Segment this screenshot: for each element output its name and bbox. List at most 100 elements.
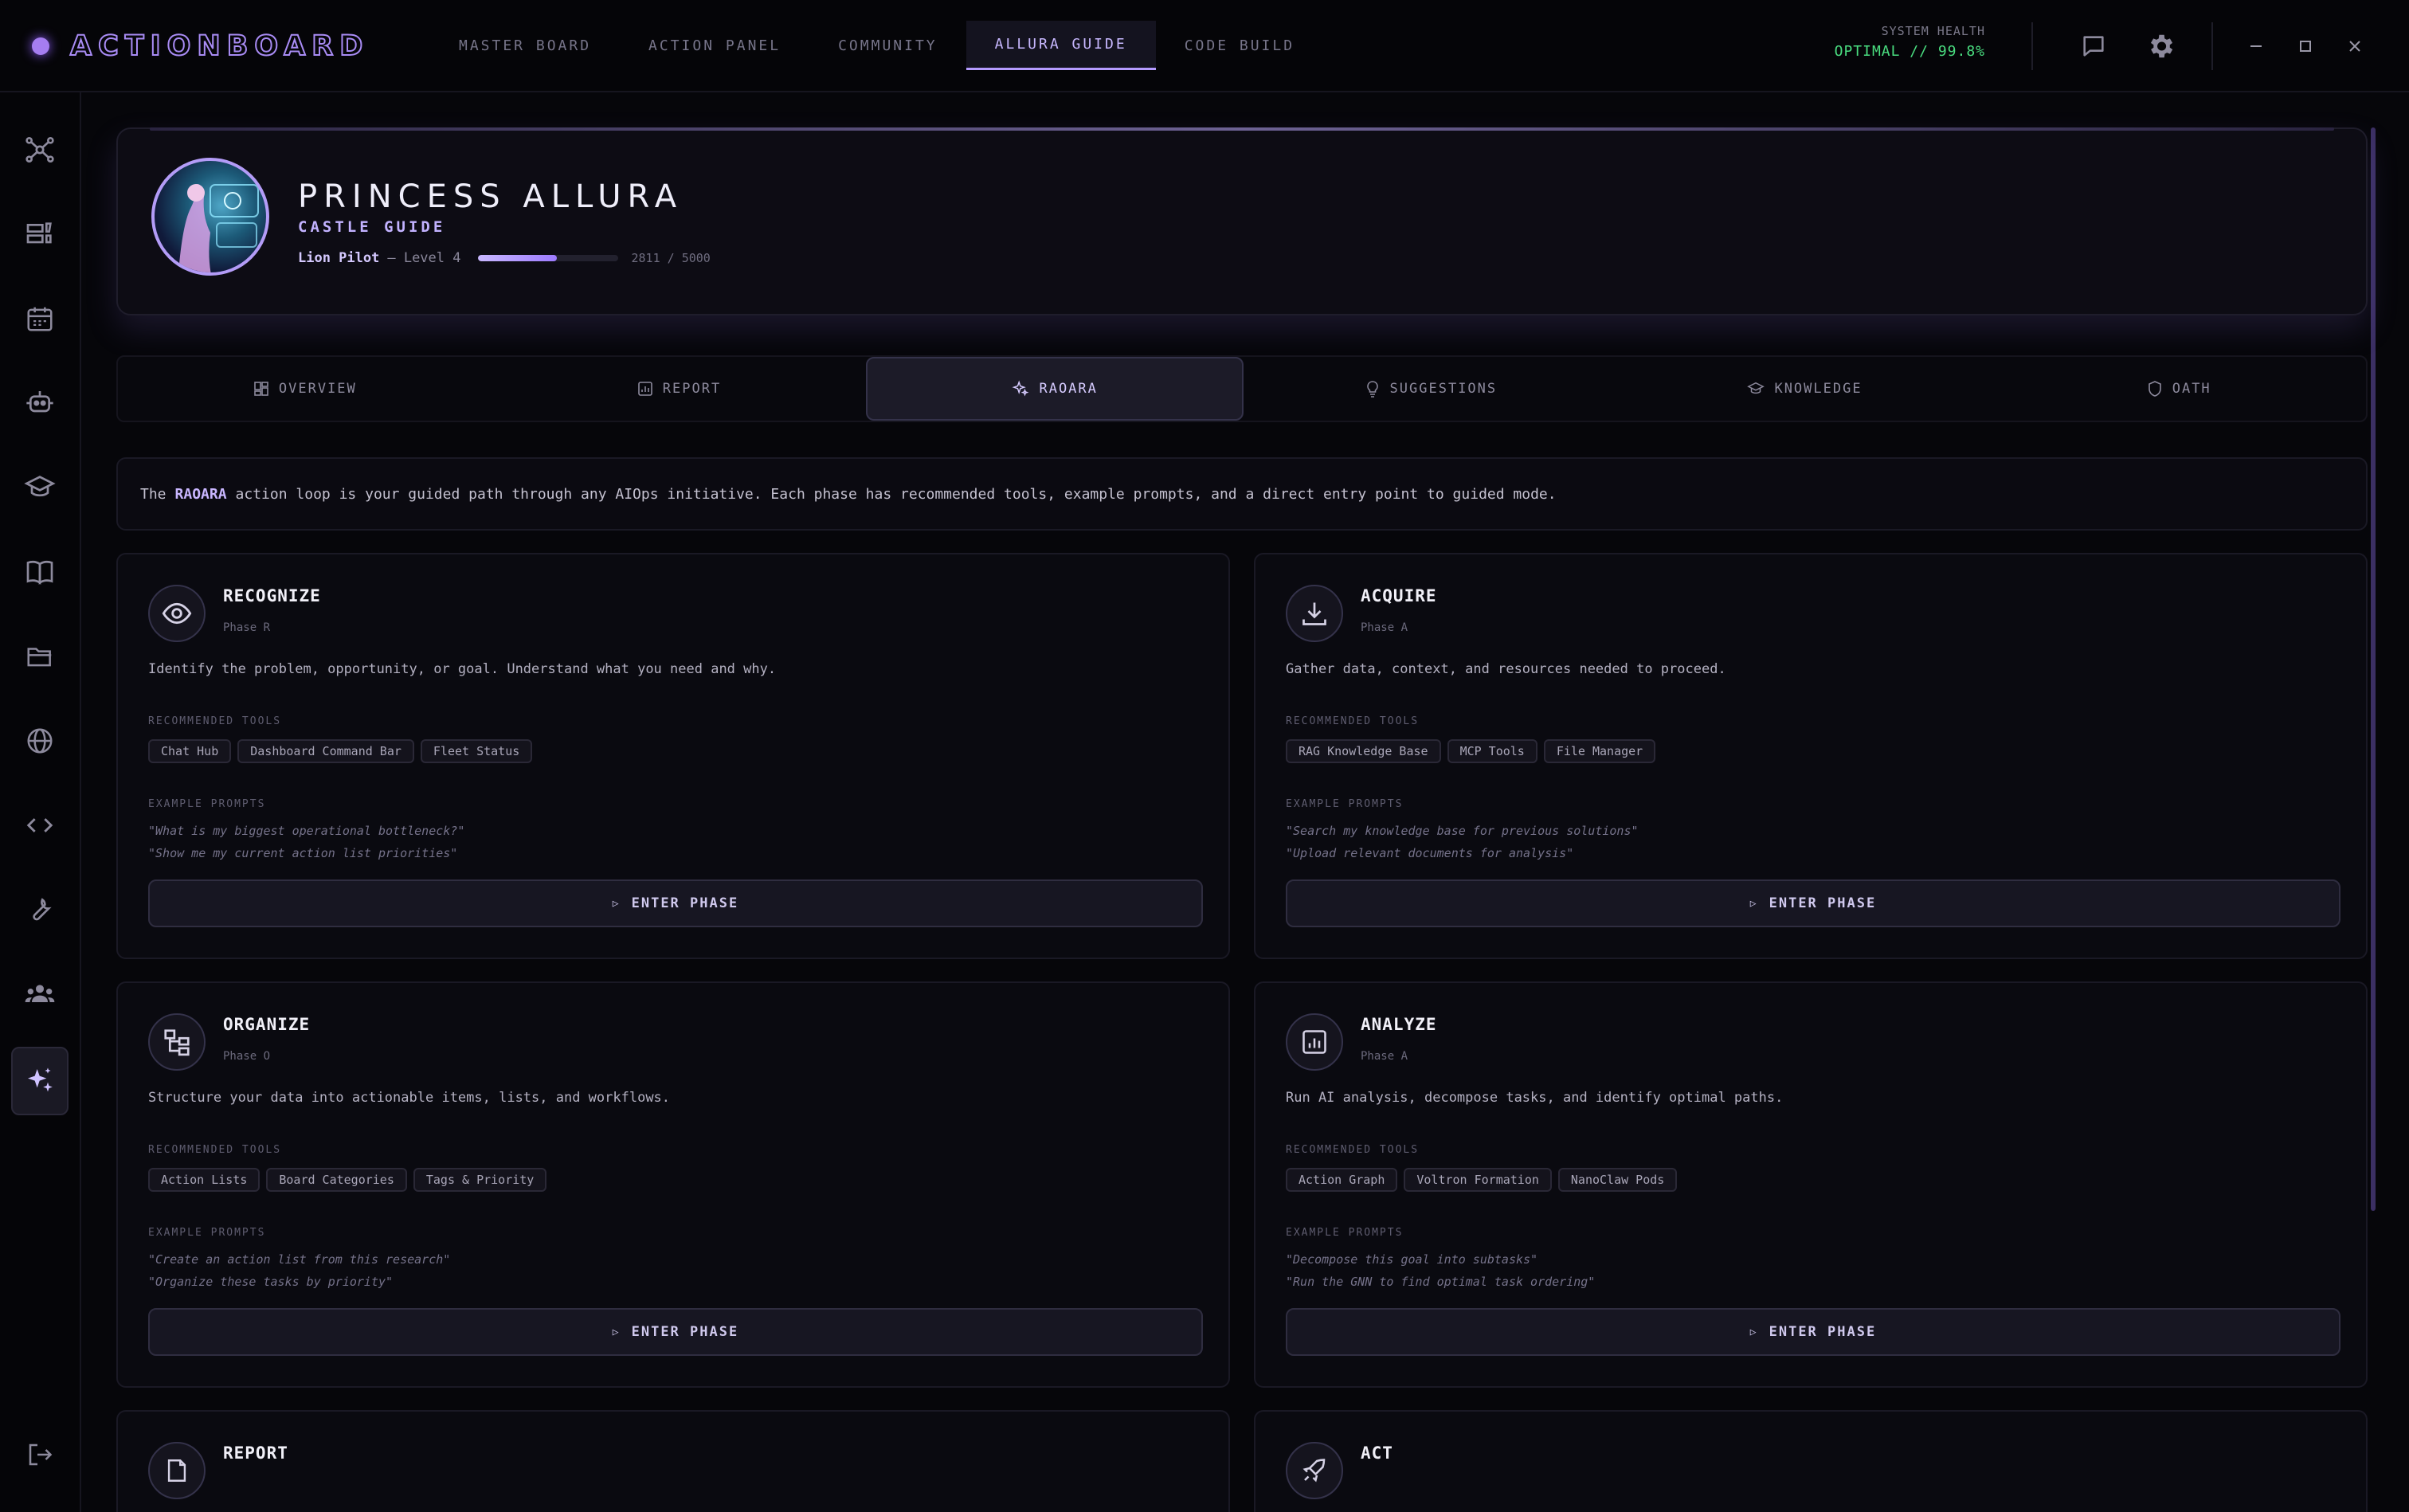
system-health: SYSTEM HEALTH OPTIMAL // 99.8% bbox=[1816, 24, 1985, 60]
recommended-tools-label: RECOMMENDED TOOLS bbox=[148, 1144, 282, 1156]
example-prompt[interactable]: "Upload relevant documents for analysis" bbox=[1286, 846, 1573, 860]
chat-icon[interactable] bbox=[2076, 29, 2111, 64]
sidebar bbox=[0, 92, 81, 1512]
xp-progress-bar bbox=[478, 255, 619, 261]
recommended-tools-label: RECOMMENDED TOOLS bbox=[1286, 715, 1420, 727]
phase-subtitle: Phase A bbox=[1361, 621, 1408, 634]
sparkles-icon[interactable] bbox=[11, 1047, 69, 1115]
play-icon: ▷ bbox=[1749, 897, 1758, 910]
gear-icon[interactable] bbox=[2143, 29, 2178, 64]
xp-progress-fill bbox=[478, 255, 558, 261]
example-prompts-label: EXAMPLE PROMPTS bbox=[148, 1227, 266, 1239]
phase-subtitle: Phase A bbox=[1361, 1050, 1408, 1063]
example-prompts-label: EXAMPLE PROMPTS bbox=[1286, 798, 1404, 810]
minimize-icon[interactable] bbox=[2242, 32, 2270, 61]
enter-phase-button[interactable]: ▷ ENTER PHASE bbox=[1286, 1308, 2340, 1356]
users-icon[interactable] bbox=[13, 967, 67, 1021]
maximize-icon[interactable] bbox=[2291, 32, 2320, 61]
tool-chip[interactable]: Voltron Formation bbox=[1404, 1168, 1552, 1192]
example-prompt[interactable]: "Decompose this goal into subtasks" bbox=[1286, 1252, 1537, 1267]
rocket-icon bbox=[1286, 1442, 1343, 1499]
tool-chip[interactable]: Board Categories bbox=[266, 1168, 407, 1192]
phase-title: ANALYZE bbox=[1361, 1015, 1437, 1034]
enter-phase-label: ENTER PHASE bbox=[1769, 895, 1877, 911]
phase-description: Structure your data into actionable item… bbox=[148, 1090, 671, 1106]
chart-icon bbox=[1286, 1013, 1343, 1071]
tab-report[interactable]: REPORT bbox=[492, 357, 867, 421]
shield-icon bbox=[2148, 381, 2161, 397]
tool-chip[interactable]: NanoClaw Pods bbox=[1557, 1168, 1678, 1192]
brand[interactable]: ACTIONBOARD bbox=[32, 29, 369, 64]
tab-raoara[interactable]: RAOARA bbox=[866, 357, 1244, 421]
nav-code-build[interactable]: CODE BUILD bbox=[1156, 21, 1323, 70]
calendar-icon[interactable] bbox=[13, 292, 67, 346]
book-icon[interactable] bbox=[13, 545, 67, 599]
folder-icon[interactable] bbox=[13, 629, 67, 684]
grid-icon bbox=[254, 382, 268, 396]
tool-chip[interactable]: Chat Hub bbox=[148, 739, 232, 763]
tools-list: Action Lists Board Categories Tags & Pri… bbox=[148, 1168, 553, 1192]
profile-level-text: — Level 4 bbox=[387, 250, 461, 266]
phase-description: Gather data, context, and resources need… bbox=[1286, 661, 1726, 677]
tool-chip[interactable]: File Manager bbox=[1543, 739, 1656, 763]
enter-phase-label: ENTER PHASE bbox=[1769, 1324, 1877, 1340]
phase-card-acquire: ACQUIRE Phase A Gather data, context, an… bbox=[1254, 553, 2368, 959]
tool-chip[interactable]: MCP Tools bbox=[1447, 739, 1537, 763]
phase-title: REPORT bbox=[223, 1443, 288, 1463]
nav-master-board[interactable]: MASTER BOARD bbox=[430, 21, 620, 70]
globe-icon[interactable] bbox=[13, 714, 67, 768]
code-icon[interactable] bbox=[13, 798, 67, 852]
guide-tabs: OVERVIEW REPORT RAOARA SUGGESTIONS KNOWL… bbox=[116, 355, 2368, 422]
scrollbar[interactable] bbox=[2371, 127, 2376, 1211]
play-icon: ▷ bbox=[612, 897, 621, 910]
tool-chip[interactable]: RAG Knowledge Base bbox=[1286, 739, 1441, 763]
phase-title: ACT bbox=[1361, 1443, 1393, 1463]
nav-action-panel[interactable]: ACTION PANEL bbox=[620, 21, 809, 70]
enter-phase-button[interactable]: ▷ ENTER PHASE bbox=[148, 879, 1203, 927]
tool-chip[interactable]: Dashboard Command Bar bbox=[237, 739, 414, 763]
tab-label: OATH bbox=[2172, 381, 2211, 397]
enter-phase-button[interactable]: ▷ ENTER PHASE bbox=[1286, 879, 2340, 927]
phase-card-recognize: RECOGNIZE Phase R Identify the problem, … bbox=[116, 553, 1230, 959]
wrench-icon[interactable] bbox=[13, 883, 67, 937]
close-icon[interactable] bbox=[2340, 32, 2369, 61]
xp-text: 2811 / 5000 bbox=[631, 251, 711, 265]
enter-phase-button[interactable]: ▷ ENTER PHASE bbox=[148, 1308, 1203, 1356]
tools-list: Action Graph Voltron Formation NanoClaw … bbox=[1286, 1168, 1683, 1192]
example-prompt[interactable]: "Run the GNN to find optimal task orderi… bbox=[1286, 1275, 1595, 1289]
tab-label: KNOWLEDGE bbox=[1774, 381, 1863, 397]
tab-suggestions[interactable]: SUGGESTIONS bbox=[1244, 357, 1618, 421]
nav-allura-guide[interactable]: ALLURA GUIDE bbox=[966, 21, 1156, 70]
network-icon[interactable] bbox=[13, 123, 67, 177]
tools-list: Chat Hub Dashboard Command Bar Fleet Sta… bbox=[148, 739, 539, 763]
tool-chip[interactable]: Action Graph bbox=[1286, 1168, 1398, 1192]
tool-chip[interactable]: Action Lists bbox=[148, 1168, 260, 1192]
tools-list: RAG Knowledge Base MCP Tools File Manage… bbox=[1286, 739, 1662, 763]
tool-chip[interactable]: Tags & Priority bbox=[413, 1168, 547, 1192]
intro-highlight: RAOARA bbox=[174, 485, 227, 503]
lightbulb-icon bbox=[1366, 381, 1378, 398]
nav-community[interactable]: COMMUNITY bbox=[809, 21, 966, 70]
sparkles-icon bbox=[1012, 380, 1029, 397]
board-icon[interactable] bbox=[13, 207, 67, 261]
intro-prefix: The bbox=[140, 485, 166, 503]
intro-text: action loop is your guided path through … bbox=[235, 485, 1557, 503]
example-prompt[interactable]: "Show me my current action list prioriti… bbox=[148, 846, 457, 860]
tab-oath[interactable]: OATH bbox=[1992, 357, 2366, 421]
example-prompt[interactable]: "Organize these tasks by priority" bbox=[148, 1275, 393, 1289]
robot-icon[interactable] bbox=[13, 376, 67, 430]
graduation-cap-icon[interactable] bbox=[13, 460, 67, 515]
example-prompt[interactable]: "What is my biggest operational bottlene… bbox=[148, 824, 464, 838]
system-health-value: OPTIMAL // 99.8% bbox=[1834, 43, 1985, 60]
brand-logo-dot bbox=[32, 37, 49, 55]
tab-overview[interactable]: OVERVIEW bbox=[118, 357, 492, 421]
tab-knowledge[interactable]: KNOWLEDGE bbox=[1618, 357, 1992, 421]
profile-level: Lion Pilot — Level 4 2811 / 5000 bbox=[298, 250, 711, 266]
phase-card-analyze: ANALYZE Phase A Run AI analysis, decompo… bbox=[1254, 981, 2368, 1388]
avatar bbox=[151, 158, 269, 276]
example-prompt[interactable]: "Search my knowledge base for previous s… bbox=[1286, 824, 1639, 838]
logout-icon[interactable] bbox=[13, 1428, 67, 1482]
tool-chip[interactable]: Fleet Status bbox=[420, 739, 533, 763]
profile-role: Lion Pilot bbox=[298, 250, 380, 266]
example-prompt[interactable]: "Create an action list from this researc… bbox=[148, 1252, 450, 1267]
